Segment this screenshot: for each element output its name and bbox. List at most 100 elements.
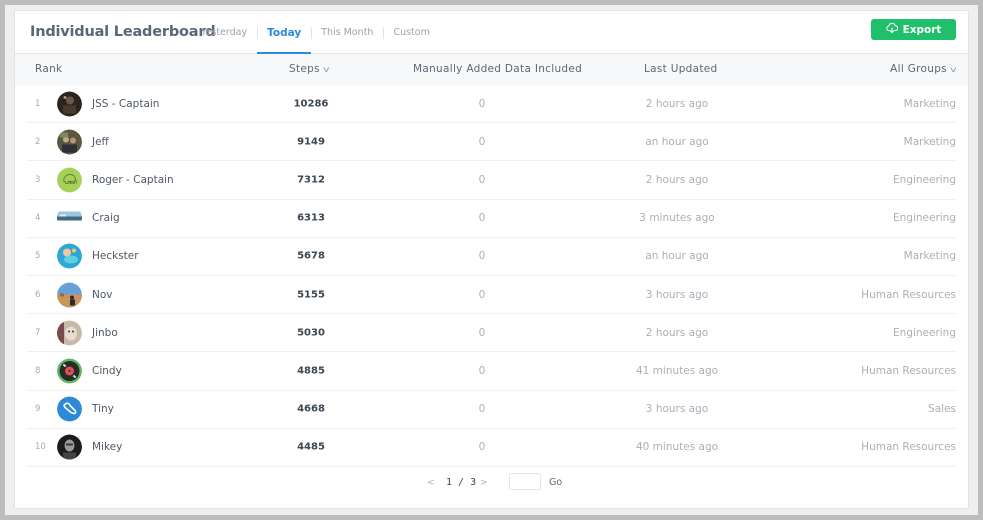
rank-number: 3 xyxy=(35,174,41,185)
manual-data-value: 0 xyxy=(478,441,486,454)
table-row[interactable]: 2 Jeff 9149 0 an hour ago Marketing xyxy=(27,123,956,162)
steps-value: 5678 xyxy=(297,250,325,262)
manual-data-value: 0 xyxy=(478,403,486,416)
page-number-input[interactable] xyxy=(509,473,541,490)
rank-number: 6 xyxy=(35,289,41,300)
chevron-down-icon: v xyxy=(322,65,330,74)
column-last-updated: Last Updated xyxy=(644,63,718,75)
last-updated-value: 2 hours ago xyxy=(645,326,709,339)
window-frame: Individual Leaderboard Yesterday Today T… xyxy=(5,5,978,515)
rank-number: 8 xyxy=(35,365,41,376)
column-rank: Rank xyxy=(35,63,63,75)
avatar xyxy=(57,358,82,384)
group-name: Engineering xyxy=(893,212,956,225)
group-name: Marketing xyxy=(903,250,956,263)
group-name: Human Resources xyxy=(861,441,956,454)
avatar xyxy=(57,320,82,346)
tab-today[interactable]: Today xyxy=(257,11,312,55)
page-title: Individual Leaderboard xyxy=(30,24,216,40)
member-name[interactable]: Heckster xyxy=(92,250,139,262)
group-name: Engineering xyxy=(893,326,956,339)
last-updated-value: an hour ago xyxy=(645,250,709,263)
chevron-down-icon: v xyxy=(949,65,958,74)
member-name[interactable]: Jeff xyxy=(92,136,109,148)
tab-this-month[interactable]: This Month xyxy=(311,11,383,54)
last-updated-value: 2 hours ago xyxy=(645,173,709,186)
rank-number: 1 xyxy=(35,98,41,109)
steps-value: 5030 xyxy=(297,327,325,339)
leaderboard-rows: 1 JSS - Captain 10286 0 2 hours ago Marketing… xyxy=(15,85,968,467)
tab-custom[interactable]: Custom xyxy=(383,11,439,54)
steps-value: 6313 xyxy=(297,212,325,224)
group-name: Engineering xyxy=(893,173,956,186)
steps-value: 9149 xyxy=(297,136,325,148)
table-row[interactable]: 9 Tiny 4668 0 3 hours ago Sales xyxy=(27,391,956,429)
group-name: Marketing xyxy=(903,97,956,110)
table-header: Rank Steps v Manually Added Data Included… xyxy=(15,54,968,85)
table-row[interactable]: 6 Nov 5155 0 3 hours ago Human Resources xyxy=(27,276,956,315)
member-name[interactable]: Mikey xyxy=(92,441,122,453)
last-updated-value: 3 hours ago xyxy=(645,288,709,301)
next-page-button[interactable]: > xyxy=(480,478,488,488)
table-row[interactable]: 4 Craig 6313 0 3 minutes ago Engineering xyxy=(27,200,956,238)
previous-page-button[interactable]: < xyxy=(427,478,435,488)
manual-data-value: 0 xyxy=(478,212,486,225)
avatar xyxy=(57,91,82,117)
member-name[interactable]: Tiny xyxy=(92,403,114,415)
table-row[interactable]: 7 Jinbo 5030 0 2 hours ago Engineering xyxy=(27,314,956,353)
manual-data-value: 0 xyxy=(478,135,486,148)
go-button[interactable]: Go xyxy=(549,477,562,488)
member-name[interactable]: JSS - Captain xyxy=(92,98,159,110)
last-updated-value: 3 minutes ago xyxy=(639,212,715,225)
avatar xyxy=(57,434,82,460)
rank-number: 5 xyxy=(35,251,41,262)
pagination: < 1 / 3 > Go xyxy=(15,469,968,499)
column-manual-data: Manually Added Data Included xyxy=(413,63,583,75)
table-row[interactable]: 3 Roger - Captain 7312 0 2 hours ago Engineer… xyxy=(27,161,956,200)
column-steps-sort[interactable]: Steps v xyxy=(289,63,330,75)
page-indicator: 1 / 3 xyxy=(446,477,477,488)
rank-number: 2 xyxy=(35,136,41,147)
group-name: Marketing xyxy=(903,135,956,148)
avatar xyxy=(57,167,82,193)
member-name[interactable]: Jinbo xyxy=(92,327,118,339)
table-row[interactable]: 10 Mikey 4485 0 40 minutes ago Human Resource… xyxy=(27,429,956,467)
rank-number: 10 xyxy=(35,442,46,453)
rank-number: 9 xyxy=(35,404,41,415)
steps-value: 5155 xyxy=(297,289,325,301)
last-updated-value: 40 minutes ago xyxy=(635,441,719,454)
member-name[interactable]: Nov xyxy=(92,289,113,301)
export-button[interactable]: Export xyxy=(871,19,956,40)
column-steps-label: Steps xyxy=(289,63,320,75)
last-updated-value: 2 hours ago xyxy=(645,97,709,110)
rank-number: 4 xyxy=(35,213,41,224)
avatar xyxy=(57,282,82,308)
groups-filter-dropdown[interactable]: All Groups v xyxy=(890,63,956,75)
group-name: Human Resources xyxy=(861,364,956,377)
table-row[interactable]: 1 JSS - Captain 10286 0 2 hours ago Marketing xyxy=(27,85,956,124)
avatar xyxy=(57,243,82,269)
table-row[interactable]: 5 Heckster 5678 0 an hour ago Marketing xyxy=(27,238,956,276)
avatar xyxy=(57,396,82,422)
member-name[interactable]: Cindy xyxy=(92,365,122,377)
member-name[interactable]: Craig xyxy=(92,212,120,224)
manual-data-value: 0 xyxy=(478,364,486,377)
manual-data-value: 0 xyxy=(478,288,486,301)
date-range-tabs: Yesterday Today This Month Custom xyxy=(191,11,440,55)
leaderboard-header: Individual Leaderboard Yesterday Today T… xyxy=(15,11,968,55)
steps-value: 4668 xyxy=(297,403,325,415)
avatar xyxy=(57,129,82,155)
table-row[interactable]: 8 Cindy 4885 0 41 minutes ago Human Resources xyxy=(27,352,956,391)
member-name[interactable]: Roger - Captain xyxy=(92,174,174,186)
export-label: Export xyxy=(902,23,942,36)
steps-value: 10286 xyxy=(293,98,329,110)
group-name: Human Resources xyxy=(861,288,956,301)
cloud-download-icon xyxy=(885,22,898,37)
steps-value: 4885 xyxy=(297,365,325,377)
manual-data-value: 0 xyxy=(478,173,486,186)
rank-number: 7 xyxy=(35,327,41,338)
tab-yesterday[interactable]: Yesterday xyxy=(191,11,257,54)
manual-data-value: 0 xyxy=(478,326,486,339)
last-updated-value: 41 minutes ago xyxy=(635,364,719,377)
steps-value: 4485 xyxy=(297,441,325,453)
